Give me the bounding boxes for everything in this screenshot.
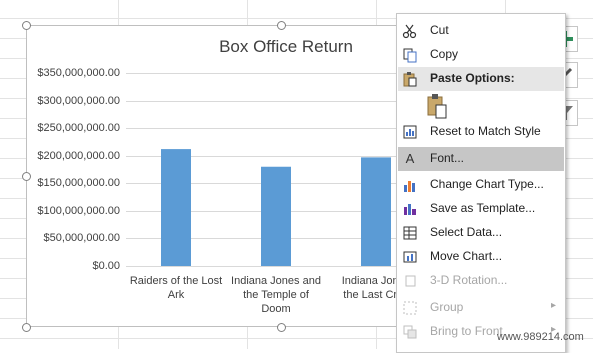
menu-label-select-data: Select Data...: [430, 225, 503, 239]
y-tick-label: $250,000,000.00: [37, 121, 120, 134]
menu-label-change-chart-type: Change Chart Type...: [430, 177, 544, 191]
x-category-label: Raiders of the Lost Ark: [129, 275, 223, 301]
menu-item-reset-style[interactable]: Reset to Match Style: [398, 120, 564, 144]
menu-label-cut: Cut: [430, 23, 449, 37]
y-tick-label: $50,000,000.00: [43, 231, 120, 244]
reset-style-icon: [403, 125, 417, 139]
y-tick-label: $200,000,000.00: [37, 149, 120, 162]
resize-handle-bottom-middle[interactable]: [277, 323, 286, 332]
menu-label-save-template: Save as Template...: [430, 201, 536, 215]
resize-handle-top-left[interactable]: [22, 21, 31, 30]
paste-icon: [427, 94, 447, 119]
menu-section-paste-options: Paste Options:: [398, 67, 564, 91]
menu-item-font[interactable]: A Font...: [398, 147, 564, 171]
bar[interactable]: [361, 157, 391, 266]
menu-label-copy: Copy: [430, 47, 459, 61]
font-icon: A: [405, 151, 415, 166]
bar[interactable]: [261, 166, 291, 266]
clipboard-icon: [403, 72, 417, 87]
menu-item-copy[interactable]: Copy: [398, 43, 564, 67]
y-tick-label: $350,000,000.00: [37, 66, 120, 79]
x-category-label: Indiana Jones and the Temple of Doom: [231, 275, 321, 315]
menu-item-move-chart[interactable]: Move Chart...: [398, 245, 564, 269]
menu-item-3d-rotation[interactable]: 3-D Rotation...: [398, 269, 564, 293]
resize-handle-middle-left[interactable]: [22, 172, 31, 181]
chart-type-icon: [404, 181, 415, 192]
y-tick-label: $0.00: [92, 259, 120, 272]
menu-item-select-data[interactable]: Select Data...: [398, 221, 564, 245]
menu-label-reset-style: Reset to Match Style: [430, 124, 541, 138]
watermark: www.989214.com: [497, 331, 584, 343]
bring-front-icon: [403, 325, 417, 339]
menu-label-move-chart: Move Chart...: [430, 249, 503, 263]
template-icon: [404, 204, 416, 215]
resize-handle-top-middle[interactable]: [277, 21, 286, 30]
paste-keep-formatting-button[interactable]: [423, 91, 451, 121]
menu-item-save-template[interactable]: Save as Template...: [398, 197, 564, 221]
menu-item-change-chart-type[interactable]: Change Chart Type...: [398, 173, 564, 197]
group-icon: [403, 301, 417, 315]
scissors-icon: [402, 24, 417, 39]
menu-label-paste-options: Paste Options:: [430, 71, 515, 85]
y-tick-label: $100,000,000.00: [37, 204, 120, 217]
menu-label-bring-to-front: Bring to Front: [430, 324, 503, 338]
chart-title[interactable]: Box Office Return: [176, 37, 396, 57]
bar[interactable]: [161, 149, 191, 266]
submenu-arrow-icon: ▸: [550, 300, 556, 311]
y-tick-label: $300,000,000.00: [37, 94, 120, 107]
rotation-icon: [405, 275, 416, 287]
menu-label-3d-rotation: 3-D Rotation...: [430, 273, 508, 287]
context-menu: Cut Copy Paste Options: Reset to Match S…: [396, 13, 566, 353]
menu-label-group: Group: [430, 300, 464, 314]
move-chart-icon: [403, 251, 417, 263]
menu-item-group[interactable]: Group ▸: [398, 296, 564, 320]
select-data-icon: [403, 226, 417, 240]
resize-handle-bottom-left[interactable]: [22, 323, 31, 332]
menu-item-cut[interactable]: Cut: [398, 19, 564, 43]
menu-label-font: Font...: [430, 151, 465, 165]
copy-icon: [403, 48, 417, 63]
